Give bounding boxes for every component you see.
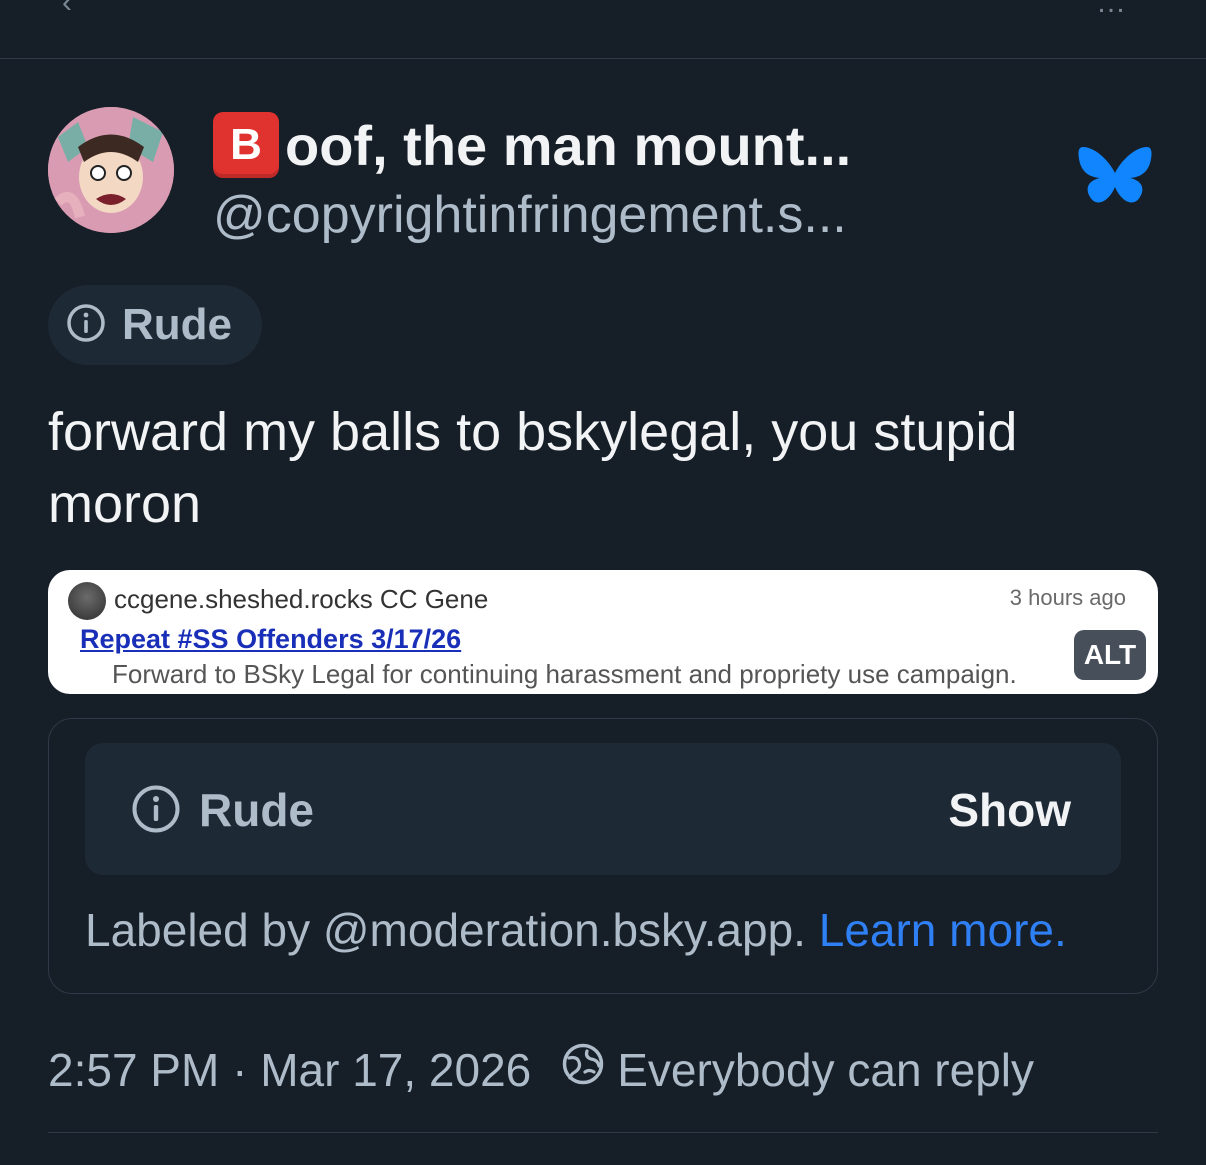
embed-avatar <box>68 582 106 620</box>
author-handle[interactable]: @copyrightinfringement.s... <box>213 185 847 245</box>
reply-setting[interactable]: Everybody can reply <box>617 1043 1034 1097</box>
post-text: forward my balls to bskylegal, you stupi… <box>48 402 1018 534</box>
content-label-text: Rude <box>122 300 232 349</box>
post-meta: 2:57 PM · Mar 17, 2026 Everybody can rep… <box>48 1042 1034 1097</box>
labeled-by-text: Labeled by @moderation.bsky.app. Learn m… <box>85 903 1067 957</box>
info-icon <box>66 303 106 348</box>
moderation-box: Rude Show Labeled by @moderation.bsky.ap… <box>48 718 1158 994</box>
content-label-pill[interactable]: Rude <box>48 285 262 365</box>
embed-link-title: Repeat #SS Offenders 3/17/26 <box>80 624 462 654</box>
bluesky-butterfly-icon[interactable] <box>1078 145 1152 211</box>
moderation-label: Rude <box>199 784 314 836</box>
more-icon[interactable]: … <box>1096 0 1126 20</box>
divider <box>48 1132 1158 1133</box>
info-icon <box>131 784 181 839</box>
display-name-text: oof, the man mount... <box>285 113 852 177</box>
moderation-warning[interactable]: Rude Show <box>85 743 1121 875</box>
display-name[interactable]: B oof, the man mount... <box>213 112 851 178</box>
embed-description: Forward to BSky Legal for continuing har… <box>112 659 1017 689</box>
embed-author: ccgene.sheshed.rocks CC Gene <box>114 584 489 614</box>
back-icon[interactable]: ‹ <box>62 0 72 20</box>
learn-more-link[interactable]: Learn more. <box>819 904 1067 956</box>
globe-icon <box>561 1042 605 1097</box>
post-timestamp: 2:57 PM · Mar 17, 2026 <box>48 1043 532 1096</box>
labeled-by-prefix: Labeled by @moderation.bsky.app. <box>85 904 806 956</box>
alt-badge-button[interactable]: ALT <box>1074 630 1146 680</box>
b-emoji-icon: B <box>213 112 279 178</box>
show-button[interactable]: Show <box>948 783 1071 837</box>
top-bar: ‹ … <box>0 0 1206 59</box>
embedded-image[interactable]: ccgene.sheshed.rocks CC Gene 3 hours ago… <box>48 570 1158 694</box>
avatar[interactable] <box>48 107 174 233</box>
embed-time: 3 hours ago <box>1009 585 1126 610</box>
